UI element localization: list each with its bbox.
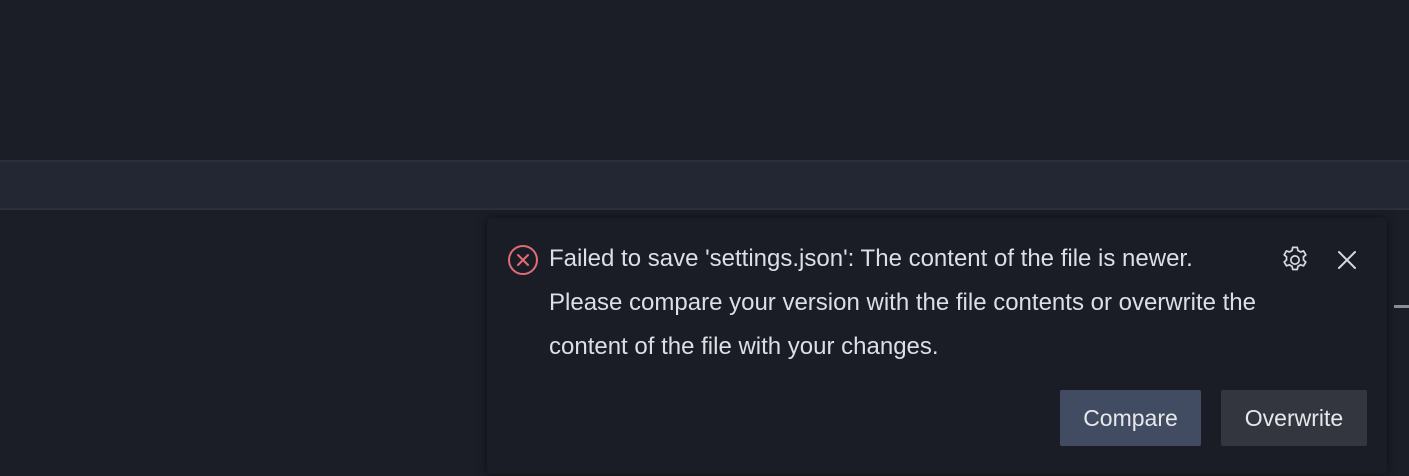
overwrite-button[interactable]: Overwrite [1221,390,1367,446]
current-line-highlight [0,160,1409,210]
gear-icon[interactable] [1279,244,1311,276]
scrollbar-marker [1394,305,1409,308]
editor-area [0,0,1409,160]
notification-message: Failed to save 'settings.json': The cont… [549,245,1257,360]
error-notification-toast: Failed to save 'settings.json': The cont… [487,218,1387,474]
compare-button[interactable]: Compare [1060,390,1201,446]
error-circle-icon [507,244,539,276]
close-icon[interactable] [1333,246,1361,274]
